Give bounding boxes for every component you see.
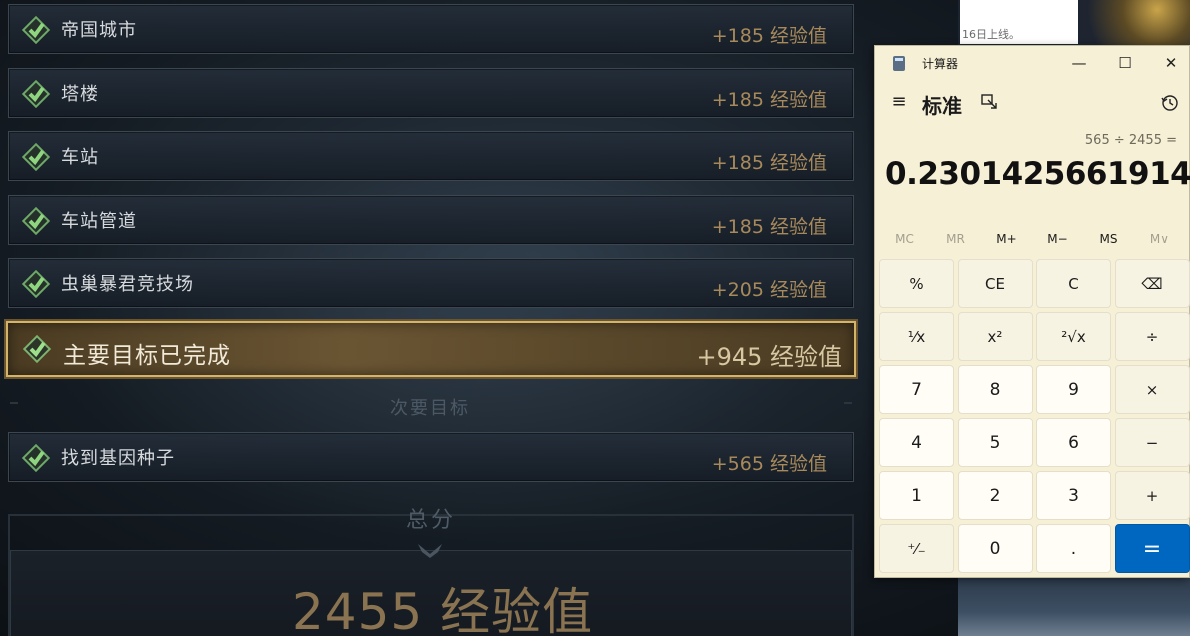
memory-list-button[interactable]: M∨ [1134, 232, 1185, 246]
divide-button[interactable]: ÷ [1114, 312, 1190, 361]
digit-9-button[interactable]: 9 [1036, 365, 1111, 414]
digit-1-button[interactable]: 1 [879, 471, 954, 520]
decimal-button[interactable]: . [1036, 524, 1111, 573]
digit-4-button[interactable]: 4 [879, 418, 954, 467]
negate-button[interactable]: ⁺⁄₋ [879, 524, 954, 573]
checkmark-icon [21, 206, 51, 236]
clear-entry-button[interactable]: CE [957, 259, 1033, 308]
window-title: 计算器 [922, 57, 959, 71]
objective-row-5: 虫巢暴君竞技场 +205 经验值 [8, 258, 854, 308]
memory-store-button[interactable]: MS [1083, 232, 1134, 246]
hamburger-icon[interactable]: ≡ [889, 92, 909, 112]
reciprocal-button[interactable]: ¹⁄x [879, 312, 954, 361]
objective-row-1: 帝国城市 +185 经验值 [8, 4, 854, 54]
memory-add-button[interactable]: M+ [981, 232, 1032, 246]
add-button[interactable]: + [1114, 471, 1190, 520]
total-xp-value: 2455 经验值 [292, 583, 594, 636]
memory-row: MC MR M+ M− MS M∨ [879, 232, 1187, 252]
objective-row-4: 车站管道 +185 经验值 [8, 195, 854, 245]
checkmark-icon [21, 443, 51, 473]
objective-xp: +205 经验值 [711, 279, 827, 301]
secondary-objective-row: 找到基因种子 +565 经验值 [8, 432, 854, 482]
checkmark-icon [21, 142, 51, 172]
objective-name: 车站管道 [61, 211, 137, 232]
objective-xp: +565 经验值 [711, 453, 827, 475]
checkmark-icon [22, 334, 52, 364]
mode-header: ≡ 标准 [875, 86, 1189, 120]
calculator-app-icon [893, 56, 905, 71]
background-window-text: 16日上线。 [962, 28, 1020, 41]
square-root-button[interactable]: ²√x [1036, 312, 1111, 361]
maximize-button[interactable]: ☐ [1105, 49, 1145, 77]
calculator-window[interactable]: 计算器 — ☐ ✕ ≡ 标准 565 ÷ 2455 = 0.2301425661… [874, 45, 1190, 578]
backspace-button[interactable]: ⌫ [1114, 259, 1190, 308]
aquila-emblem-icon [418, 544, 442, 558]
main-objective-xp: +945 经验值 [696, 343, 842, 371]
expression-readout: 565 ÷ 2455 = [1084, 133, 1177, 148]
title-bar[interactable]: 计算器 — ☐ ✕ [875, 46, 1189, 80]
history-icon[interactable] [1161, 94, 1179, 112]
objective-name: 塔楼 [61, 84, 99, 105]
square-button[interactable]: x² [957, 312, 1033, 361]
checkmark-icon [21, 269, 51, 299]
mode-title: 标准 [922, 94, 962, 118]
digit-8-button[interactable]: 8 [957, 365, 1033, 414]
digit-3-button[interactable]: 3 [1036, 471, 1111, 520]
objective-xp: +185 经验值 [711, 89, 827, 111]
digit-6-button[interactable]: 6 [1036, 418, 1111, 467]
close-button[interactable]: ✕ [1151, 49, 1190, 77]
background-artwork [1080, 0, 1190, 48]
total-heading: 总分 [406, 508, 457, 533]
result-display: 0.230142566191446 [885, 156, 1190, 192]
digit-7-button[interactable]: 7 [879, 365, 954, 414]
secondary-objectives-heading: 次要目标 [390, 398, 470, 419]
subtract-button[interactable]: − [1114, 418, 1190, 467]
keypad: % CE C ⌫ ¹⁄x x² ²√x ÷ 7 8 9 × 4 5 6− 1 2 3 + ⁺⁄₋ 0. = [879, 259, 1190, 577]
multiply-button[interactable]: × [1114, 365, 1190, 414]
memory-subtract-button[interactable]: M− [1032, 232, 1083, 246]
clear-button[interactable]: C [1036, 259, 1111, 308]
objective-xp: +185 经验值 [711, 152, 827, 174]
digit-5-button[interactable]: 5 [957, 418, 1033, 467]
checkmark-icon [21, 15, 51, 45]
equals-button[interactable]: = [1114, 524, 1190, 573]
main-objective-row: 主要目标已完成 +945 经验值 [6, 321, 856, 377]
background-artwork-bottom [958, 576, 1190, 636]
memory-recall-button[interactable]: MR [930, 232, 981, 246]
checkmark-icon [21, 79, 51, 109]
objective-name: 帝国城市 [61, 20, 137, 41]
digit-2-button[interactable]: 2 [957, 471, 1033, 520]
digit-0-button[interactable]: 0 [957, 524, 1033, 573]
percent-button[interactable]: % [879, 259, 954, 308]
memory-clear-button[interactable]: MC [879, 232, 930, 246]
objective-xp: +185 经验值 [711, 25, 827, 47]
keep-on-top-icon[interactable] [981, 94, 999, 110]
main-objective-name: 主要目标已完成 [63, 343, 231, 369]
objective-name: 找到基因种子 [61, 448, 175, 469]
minimize-button[interactable]: — [1059, 49, 1099, 77]
objective-row-2: 塔楼 +185 经验值 [8, 68, 854, 118]
objective-row-3: 车站 +185 经验值 [8, 131, 854, 181]
objective-name: 车站 [61, 147, 99, 168]
objective-name: 虫巢暴君竞技场 [61, 274, 194, 295]
objective-xp: +185 经验值 [711, 216, 827, 238]
